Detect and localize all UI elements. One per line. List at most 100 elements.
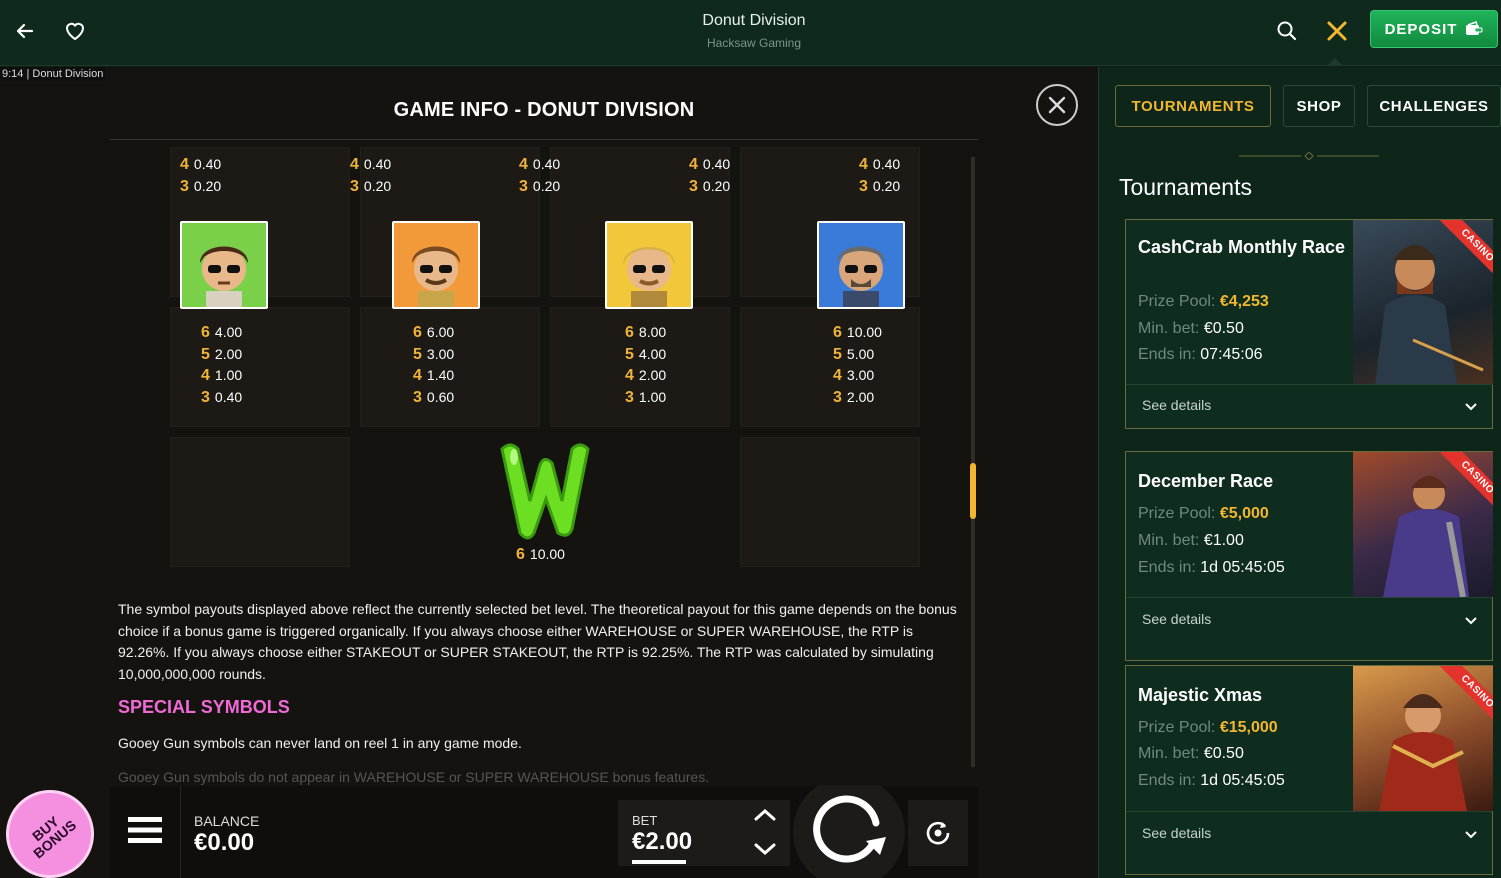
pay-value: 6.00 [426, 324, 455, 340]
wild-w-symbol-icon [500, 443, 590, 540]
deposit-button[interactable]: DEPOSIT [1370, 10, 1498, 48]
pay-value: 5.00 [846, 345, 875, 362]
autoplay-button[interactable] [908, 800, 968, 866]
pay-value: 0.20 [872, 177, 901, 194]
hamburger-menu-icon[interactable] [128, 817, 162, 843]
paytable-symbol-4: 6 10.00 5 5.00 4 3.00 3 2.00 [833, 322, 882, 408]
card-separator [1126, 811, 1492, 812]
tournament-title: Majestic Xmas [1138, 685, 1263, 705]
pay-value: 0.40 [193, 156, 222, 172]
pay-count: 4 [859, 156, 868, 173]
bet-increase-icon[interactable] [753, 808, 777, 822]
buy-bonus-label: BUY BONUS [29, 813, 80, 862]
pay-value: 10.00 [846, 324, 882, 340]
paytable-top-5: 4 0.40 3 0.20 [859, 154, 900, 197]
min-bet-row: Min. bet: €1.00 [1138, 532, 1244, 550]
close-info-button[interactable] [1036, 84, 1078, 126]
pay-count: 3 [833, 388, 842, 406]
game-area: 9:14 | Donut Division GAME INFO - DONUT … [0, 67, 1098, 878]
pay-count: 4 [689, 156, 698, 173]
paytable-wild: 6 10.00 [516, 544, 565, 566]
pay-value: 1.40 [426, 367, 455, 383]
pay-value: 3.00 [426, 345, 455, 362]
pay-count: 4 [201, 367, 210, 384]
chevron-down-icon[interactable] [1464, 616, 1478, 626]
pay-count: 4 [833, 367, 842, 384]
buy-bonus-button[interactable]: BUY BONUS [0, 772, 112, 878]
see-details-link[interactable]: See details [1142, 611, 1211, 627]
ends-in-row: Ends in: 1d 05:45:05 [1138, 559, 1285, 577]
min-bet-label: Min. bet: [1138, 745, 1200, 762]
ends-in-value: 1d 05:45:05 [1200, 772, 1285, 789]
pay-value: 0.60 [426, 388, 455, 405]
paytable-symbol-2: 6 6.00 5 3.00 4 1.40 3 0.60 [413, 322, 454, 408]
back-arrow-icon[interactable] [12, 18, 38, 44]
tournament-card[interactable]: CashCrab Monthly Race Prize Pool: €4,253… [1125, 219, 1493, 429]
bet-display[interactable]: BET €2.00 [618, 800, 740, 866]
ends-in-value: 1d 05:45:05 [1200, 559, 1285, 576]
ends-in-label: Ends in: [1138, 772, 1196, 789]
bet-adjust [740, 800, 790, 866]
tournament-card[interactable]: December Race Prize Pool: €5,000 Min. be… [1125, 451, 1493, 661]
min-bet-value: €0.50 [1203, 320, 1244, 337]
tab-challenges[interactable]: CHALLENGES [1367, 85, 1501, 127]
faded-text: Gooey Gun symbols do not appear in WAREH… [118, 769, 710, 785]
pay-count: 3 [350, 177, 359, 195]
chevron-down-icon[interactable] [1464, 402, 1478, 412]
bet-decrease-icon[interactable] [753, 842, 777, 856]
scrollbar-thumb[interactable] [970, 463, 976, 519]
pay-value: 2.00 [214, 345, 243, 362]
caret-indicator [1327, 58, 1343, 66]
autoplay-icon [926, 821, 950, 845]
paytable-top-4: 4 0.40 3 0.20 [689, 154, 730, 197]
tournament-image: CASINO [1353, 452, 1493, 597]
pay-count: 6 [201, 324, 210, 341]
pay-value: 2.00 [846, 388, 875, 405]
pay-count: 3 [201, 388, 210, 406]
pay-count: 3 [859, 177, 868, 195]
tab-shop[interactable]: SHOP [1283, 85, 1355, 127]
pay-value: 4.00 [638, 345, 667, 362]
pay-count: 3 [413, 388, 422, 406]
ornament-divider [1239, 152, 1379, 160]
tag-time: 9:14 [2, 68, 24, 80]
tournaments-heading: Tournaments [1119, 174, 1252, 200]
prize-value: €4,253 [1219, 293, 1269, 310]
pay-value: 0.20 [702, 177, 731, 194]
card-separator [1126, 384, 1492, 385]
prize-pool-row: Prize Pool: €5,000 [1138, 505, 1269, 523]
chevron-down-icon[interactable] [1464, 830, 1478, 840]
see-details-link[interactable]: See details [1142, 825, 1211, 841]
tag-name: Donut Division [32, 68, 104, 80]
pay-count: 5 [413, 345, 422, 363]
pay-value: 0.40 [214, 388, 243, 405]
wallet-icon [1466, 21, 1483, 35]
pay-count: 4 [625, 367, 634, 384]
close-icon[interactable] [1322, 16, 1352, 46]
ends-in-value: 07:45:06 [1200, 346, 1263, 363]
game-controls-bar: BALANCE €0.00 BET €2.00 [110, 785, 978, 878]
pay-value: 1.00 [638, 388, 667, 405]
pay-value: 8.00 [638, 324, 667, 340]
pay-count: 6 [625, 324, 634, 341]
detective-blue-symbol-icon [817, 221, 905, 309]
pay-count: 5 [625, 345, 634, 363]
search-icon[interactable] [1274, 18, 1300, 44]
prize-pool-row: Prize Pool: €4,253 [1138, 293, 1269, 311]
min-bet-value: €1.00 [1203, 532, 1244, 549]
pay-count: 6 [833, 324, 842, 341]
tab-tournaments[interactable]: TOURNAMENTS [1115, 85, 1271, 127]
pay-value: 0.40 [363, 156, 392, 172]
paytable-top-3: 4 0.40 3 0.20 [519, 154, 560, 197]
spin-button[interactable] [792, 785, 906, 878]
favorite-heart-icon[interactable] [62, 18, 88, 44]
min-bet-label: Min. bet: [1138, 320, 1200, 337]
pay-value: 0.40 [872, 156, 901, 172]
see-details-link[interactable]: See details [1142, 397, 1211, 413]
prize-label: Prize Pool: [1138, 293, 1216, 310]
scrollbar-track[interactable] [971, 157, 975, 767]
pay-value: 0.20 [532, 177, 561, 194]
bet-label: BET [632, 813, 658, 828]
card-separator [1126, 597, 1492, 598]
tournament-card[interactable]: Majestic Xmas Prize Pool: €15,000 Min. b… [1125, 665, 1493, 875]
